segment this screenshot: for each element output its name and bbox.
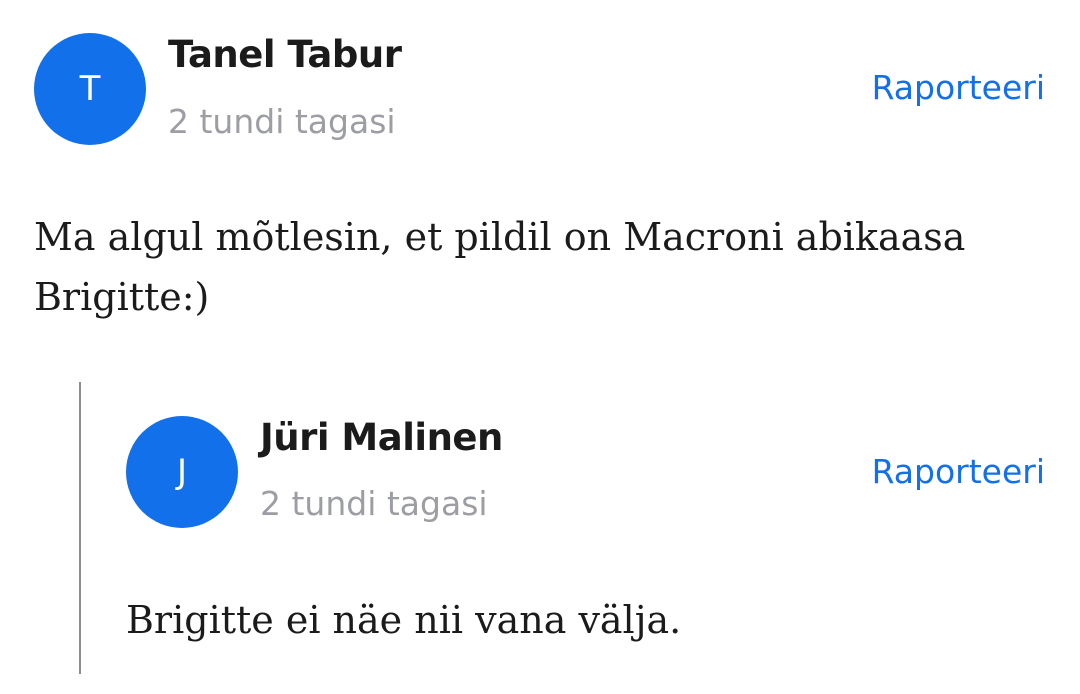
comment-author: Tanel Tabur [168, 33, 402, 76]
avatar: T [34, 33, 146, 145]
report-button[interactable]: Raporteeri [872, 452, 1045, 491]
comment: T Tanel Tabur 2 tundi tagasi Raporteeri … [0, 0, 1080, 360]
reply-comment: J Jüri Malinen 2 tundi tagasi Raporteeri… [0, 380, 1080, 694]
reply-author: Jüri Malinen [260, 416, 503, 459]
comment-text: Ma algul mõtlesin, et pildil on Macroni … [34, 215, 966, 319]
report-button[interactable]: Raporteeri [872, 68, 1045, 107]
reply-timestamp: 2 tundi tagasi [260, 484, 488, 523]
reply-text: Brigitte ei näe nii vana välja. [126, 598, 682, 642]
avatar: J [126, 416, 238, 528]
comment-timestamp: 2 tundi tagasi [168, 102, 396, 141]
